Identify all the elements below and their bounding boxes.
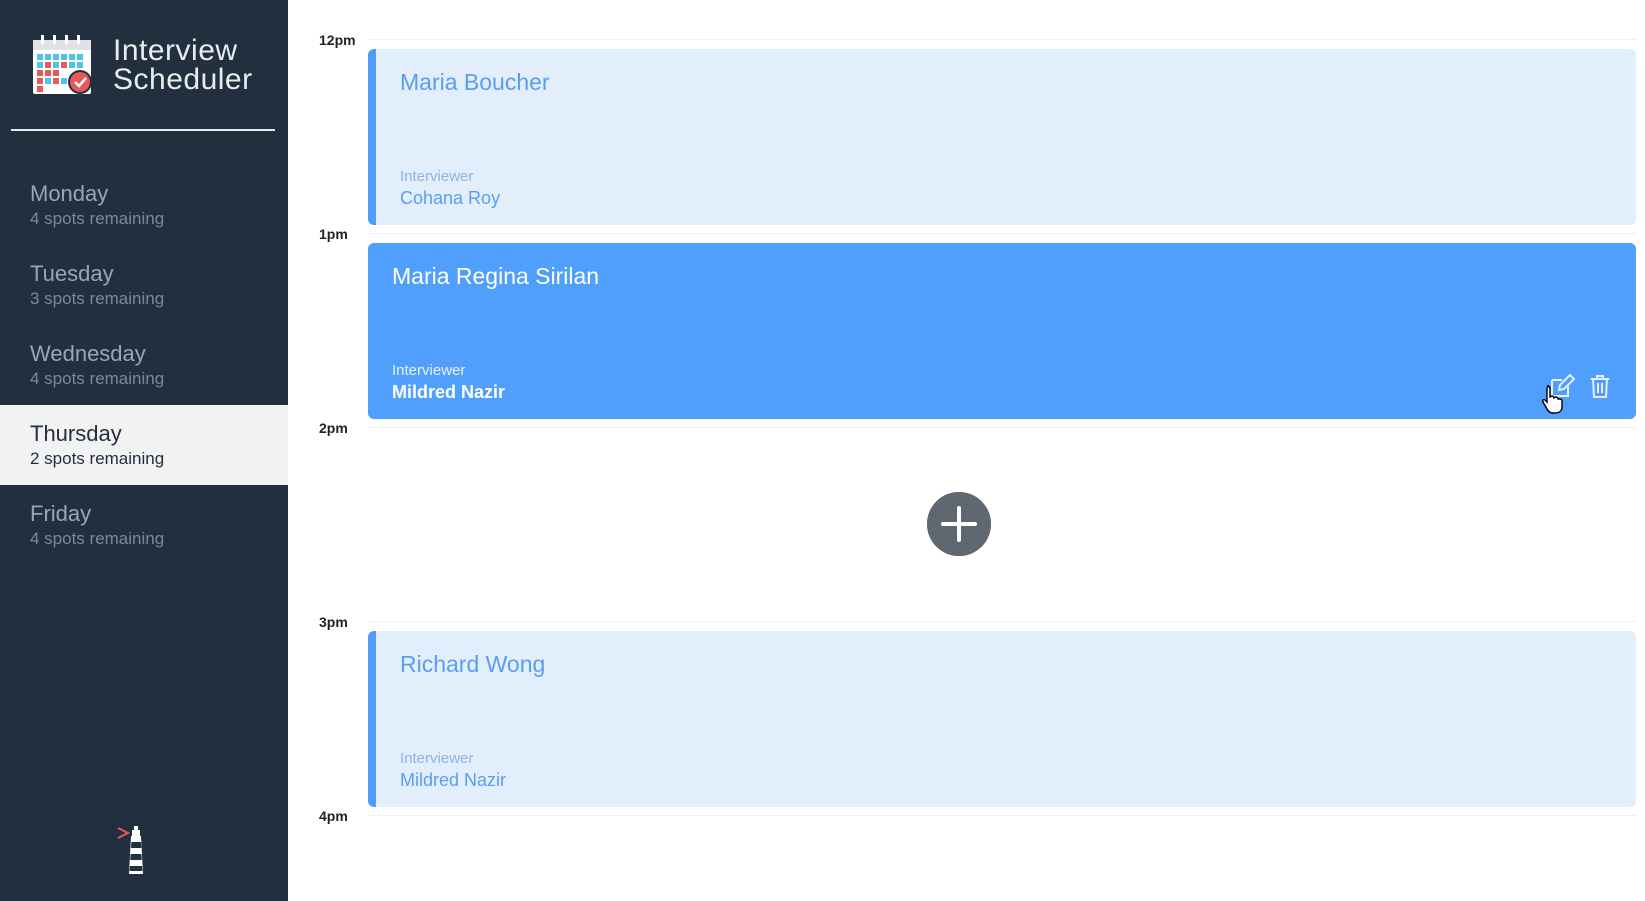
day-name: Tuesday [30,261,114,286]
hour-divider [368,39,1636,40]
day-name: Thursday [30,421,122,446]
interviewer-label: Interviewer [400,750,474,767]
time-label-12pm: 12pm [319,32,356,48]
hour-divider [368,621,1636,622]
hour-divider [368,815,1636,816]
day-name: Monday [30,181,109,206]
day-item-friday[interactable]: Friday 4 spots remaining [0,485,288,565]
brand-divider [11,129,275,131]
day-item-monday[interactable]: Monday 4 spots remaining [0,165,288,245]
calendar-icon [33,35,92,94]
time-label-4pm: 4pm [319,808,348,824]
time-label-2pm: 2pm [319,420,348,436]
hour-divider [368,427,1636,428]
brand-line1: Interview [113,34,238,67]
time-label-3pm: 3pm [319,614,348,630]
day-spots: 4 spots remaining [30,369,165,388]
student-name: Richard Wong [400,651,546,677]
appointment-card-focused[interactable]: Maria Regina Sirilan Interviewer Mildred… [368,243,1636,419]
interviewer-name: Mildred Nazir [392,382,506,402]
student-name: Maria Regina Sirilan [392,263,600,289]
day-name: Friday [30,501,92,526]
day-list: Monday 4 spots remaining Tuesday 3 spots… [0,165,288,565]
hour-divider [368,233,1636,234]
interviewer-label: Interviewer [400,168,474,185]
day-item-thursday[interactable]: Thursday 2 spots remaining [0,405,288,485]
time-label-1pm: 1pm [319,226,348,242]
appointment-card[interactable]: Richard Wong Interviewer Mildred Nazir [368,631,1636,807]
interviewer-label: Interviewer [392,362,466,379]
sidebar: Interview Scheduler Monday 4 spots remai… [0,0,288,901]
day-name: Wednesday [30,341,146,366]
brand-title: Interview Scheduler [113,34,283,96]
add-appointment-button[interactable] [927,492,991,556]
day-spots: 3 spots remaining [30,289,165,308]
appointment-card[interactable]: Maria Boucher Interviewer Cohana Roy [368,49,1636,225]
day-spots: 4 spots remaining [30,529,165,548]
day-item-wednesday[interactable]: Wednesday 4 spots remaining [0,325,288,405]
trash-icon[interactable] [1586,372,1614,400]
interviewer-name: Cohana Roy [400,188,501,208]
pointer-cursor-icon [1542,385,1563,414]
day-item-tuesday[interactable]: Tuesday 3 spots remaining [0,245,288,325]
brand-line2: Scheduler [113,63,253,96]
interviewer-name: Mildred Nazir [400,770,507,790]
day-spots: 4 spots remaining [30,209,165,228]
schedule: 12pm Maria Boucher Interviewer Cohana Ro… [288,0,1645,901]
student-name: Maria Boucher [400,69,550,95]
lighthouse-icon [117,826,143,874]
day-spots: 2 spots remaining [30,449,165,468]
